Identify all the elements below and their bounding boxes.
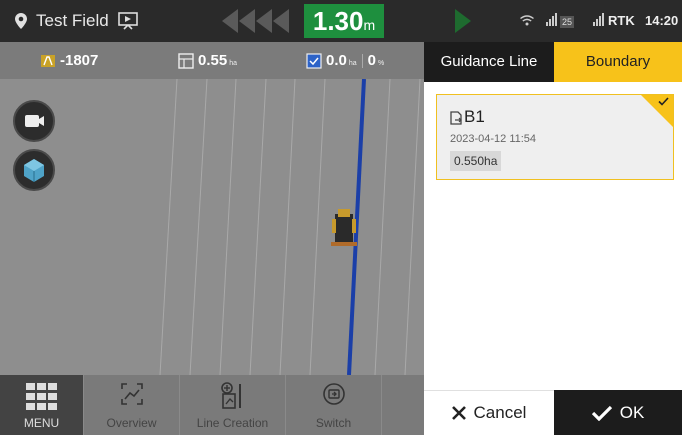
- heading-info: -1807: [40, 42, 98, 79]
- left-arrow-icon: [222, 9, 238, 33]
- cancel-button[interactable]: Cancel: [424, 390, 554, 435]
- map-layer-button[interactable]: [13, 149, 55, 191]
- line-creation-label: Line Creation: [196, 416, 269, 430]
- bottom-toolbar: MENU Overview Line Creation Switch: [0, 375, 424, 435]
- work-info-strip: -1807 0.55 ha 0.0 ha 0 %: [0, 42, 424, 79]
- switch-button[interactable]: Switch: [285, 375, 381, 435]
- worked-area-value: 0.0: [326, 52, 347, 69]
- boundary-name: B1: [464, 107, 485, 126]
- map-view[interactable]: [0, 79, 424, 375]
- ok-button[interactable]: OK: [554, 390, 682, 435]
- status-bar: Test Field 1.30m 25 RTK 14:20: [0, 0, 682, 42]
- left-arrow-icon: [239, 9, 255, 33]
- field-name[interactable]: Test Field: [36, 11, 109, 31]
- wifi-icon: [520, 15, 534, 26]
- menu-label: MENU: [23, 416, 60, 430]
- close-icon: [451, 406, 466, 420]
- satellite-count: 25: [560, 16, 575, 28]
- menu-button[interactable]: MENU: [0, 375, 83, 435]
- more-tools-button[interactable]: [381, 375, 424, 435]
- cancel-label: Cancel: [473, 403, 527, 422]
- worked-area-info: 0.0 ha 0 %: [306, 42, 384, 79]
- clock: 14:20: [645, 13, 679, 28]
- right-arrow-icon: [455, 9, 471, 33]
- guidance-lines: [159, 79, 421, 375]
- check-icon: [658, 97, 669, 106]
- tractor-icon: [331, 209, 357, 246]
- boundary-file-icon: [450, 111, 462, 125]
- tab-guidance-line[interactable]: Guidance Line: [424, 42, 554, 82]
- heading-value: -1807: [60, 52, 99, 69]
- left-arrow-icon: [273, 9, 289, 33]
- switch-label: Switch: [315, 416, 352, 430]
- field-info-icon[interactable]: [118, 12, 138, 30]
- worked-area-icon: [306, 52, 322, 69]
- grid-menu-icon: [26, 383, 57, 410]
- checkmark-icon: [591, 405, 612, 421]
- line-creation-button[interactable]: Line Creation: [179, 375, 285, 435]
- field-area-info: 0.55 ha: [178, 42, 237, 79]
- overview-button[interactable]: Overview: [83, 375, 179, 435]
- camera-button[interactable]: [13, 100, 55, 142]
- field-area-value: 0.55: [198, 52, 228, 69]
- field-area-unit: ha: [229, 60, 237, 67]
- work-percent-unit: %: [378, 60, 385, 67]
- boundary-area: 0.550ha: [450, 151, 502, 171]
- rtk-status: RTK: [608, 13, 635, 28]
- ok-label: OK: [619, 402, 645, 422]
- parallel-guidance-lines: [159, 79, 421, 375]
- cross-track-offset: 1.30m: [304, 4, 384, 38]
- switch-icon: [323, 383, 345, 405]
- overview-label: Overview: [106, 416, 157, 430]
- location-pin-icon: [15, 13, 27, 29]
- satellite-signal-icon: [546, 13, 557, 26]
- line-creation-icon: [221, 382, 241, 409]
- divider: [361, 53, 363, 68]
- overview-icon: [121, 383, 143, 405]
- offset-value: 1.30: [312, 6, 364, 36]
- offset-unit: m: [363, 17, 376, 33]
- worked-area-unit: ha: [348, 60, 357, 67]
- line-selection-panel: Guidance Line Boundary B1 2023-04-12 11:…: [424, 42, 682, 435]
- boundary-card[interactable]: B1 2023-04-12 11:54 0.550ha: [436, 94, 674, 180]
- steer-left-indicator: [222, 9, 290, 33]
- left-arrow-icon: [256, 9, 272, 33]
- satellite-view-icon: [24, 159, 44, 182]
- field-area-icon: [178, 52, 194, 69]
- rtk-signal-icon: [593, 13, 604, 26]
- tab-boundary[interactable]: Boundary: [554, 42, 682, 82]
- work-percent-value: 0: [367, 52, 376, 69]
- field-count-icon: [41, 54, 55, 67]
- boundary-date: 2023-04-12 11:54: [450, 133, 537, 145]
- camera-icon: [25, 115, 44, 127]
